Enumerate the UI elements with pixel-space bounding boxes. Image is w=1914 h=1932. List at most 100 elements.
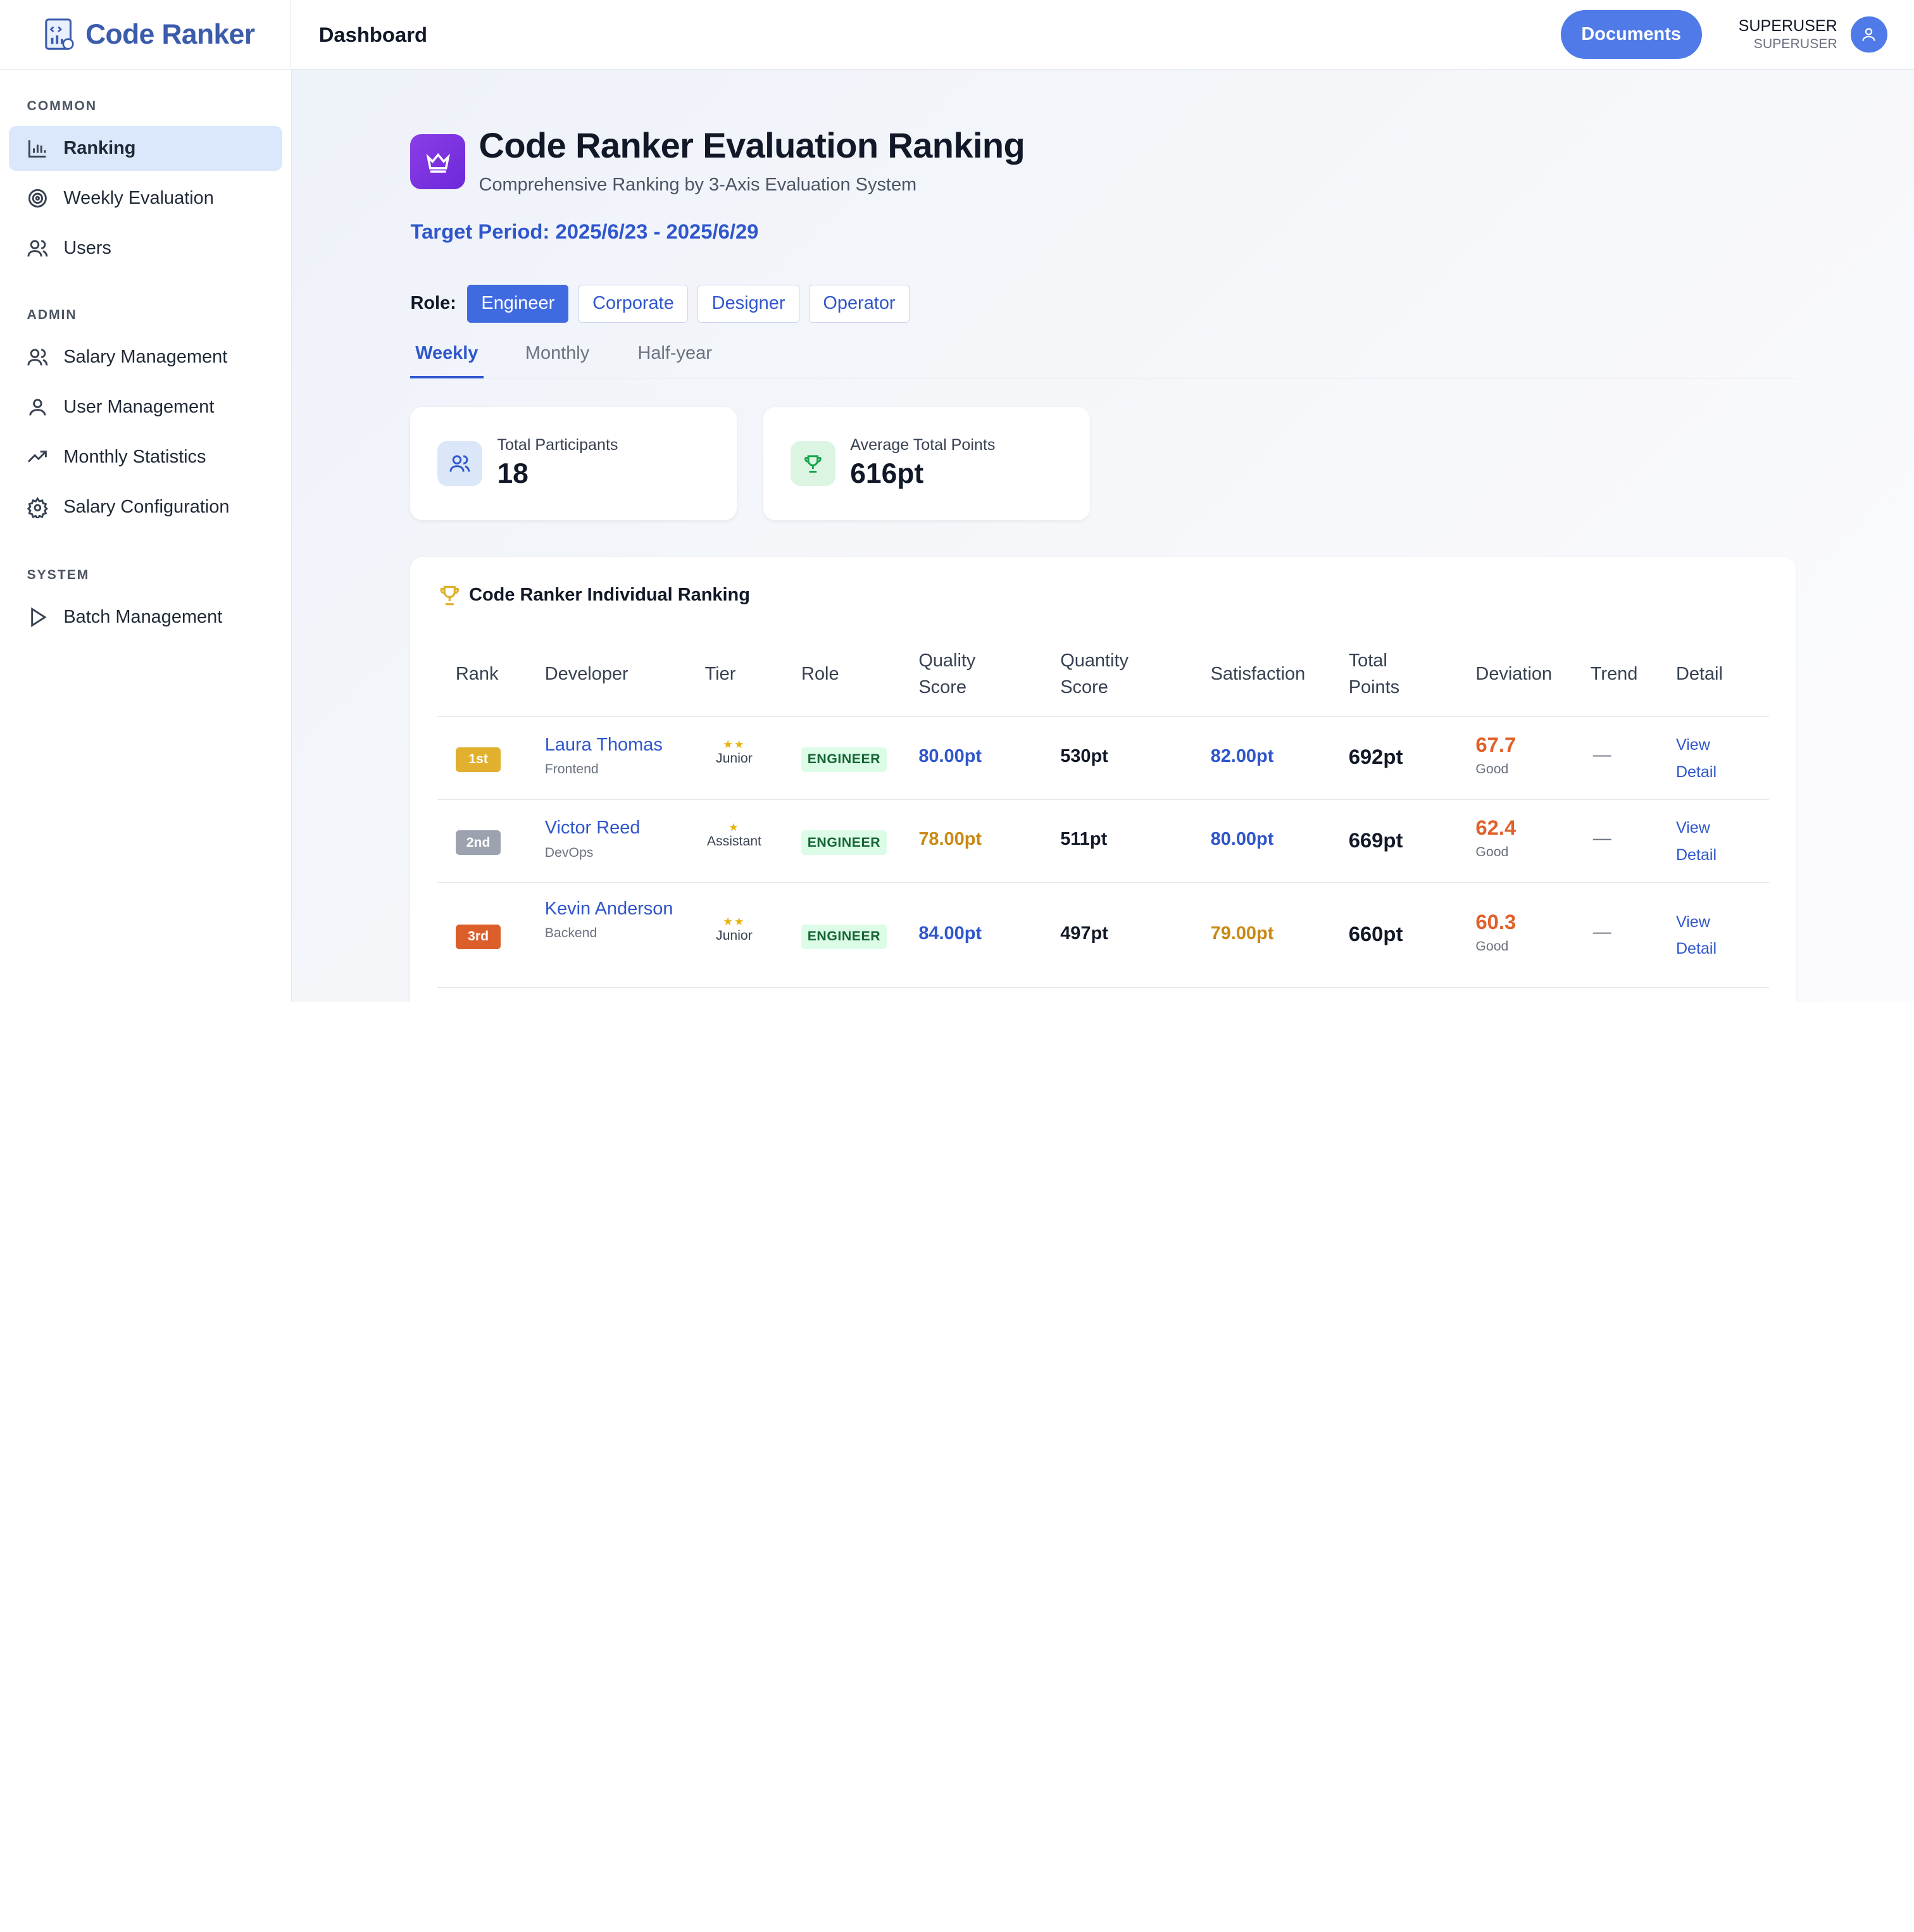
table-header: Rank Developer Tier Role Quality Score Q… bbox=[437, 647, 1769, 717]
view-detail-link[interactable]: View Detail bbox=[1676, 814, 1731, 868]
rank-badge-silver: 2nd bbox=[455, 830, 501, 855]
tier-label: Junior bbox=[716, 751, 753, 766]
nav-section-common: COMMON bbox=[27, 99, 97, 114]
sidebar-item-label: Monthly Statistics bbox=[63, 447, 206, 468]
quantity-score: 511pt bbox=[1060, 829, 1108, 850]
sidebar-item-label: Salary Configuration bbox=[63, 497, 230, 518]
role-button-designer[interactable]: Designer bbox=[697, 284, 799, 323]
developer-cell: Laura Thomas Frontend bbox=[545, 732, 663, 777]
column-header-role: Role bbox=[801, 664, 839, 685]
sidebar-item-user-management[interactable]: User Management bbox=[9, 385, 282, 430]
view-detail-link[interactable]: View Detail bbox=[1676, 732, 1731, 785]
tier-stars: ★ bbox=[729, 820, 740, 833]
tier-stars: ★★ bbox=[723, 737, 746, 751]
active-tab-underline bbox=[410, 376, 484, 379]
trend-indicator: — bbox=[1592, 828, 1611, 849]
table-row[interactable]: 1st Laura Thomas Frontend ★★ Junior ENGI… bbox=[437, 717, 1769, 801]
nav-section-system: SYSTEM bbox=[27, 568, 90, 583]
view-detail-link[interactable]: View Detail bbox=[1676, 909, 1731, 963]
users-icon bbox=[27, 349, 48, 366]
gear-icon bbox=[27, 496, 49, 519]
deviation-value: 62.4 bbox=[1475, 816, 1517, 840]
quality-score: 80.00pt bbox=[918, 746, 982, 767]
developer-team: DevOps bbox=[544, 845, 594, 860]
table-row[interactable]: 2nd Victor Reed DevOps ★ Assistant ENGIN… bbox=[437, 800, 1769, 883]
deviation-cell: 60.3 Good bbox=[1475, 910, 1516, 954]
main-content: Code Ranker Evaluation Ranking Comprehen… bbox=[292, 70, 1914, 1002]
developer-name-link[interactable]: Kevin Anderson bbox=[545, 895, 679, 922]
deviation-value: 67.7 bbox=[1475, 732, 1517, 756]
tier-cell: ★★ Junior bbox=[704, 915, 765, 944]
stat-icon-box bbox=[437, 440, 483, 487]
top-bar: Code Ranker Dashboard Documents SUPERUSE… bbox=[0, 0, 1914, 70]
role-filter: Role: Engineer Corporate Designer Operat… bbox=[410, 284, 910, 323]
developer-name-link[interactable]: Victor Reed bbox=[545, 814, 641, 841]
tab-half-year[interactable]: Half-year bbox=[637, 343, 711, 364]
sidebar-item-label: Weekly Evaluation bbox=[63, 188, 214, 209]
stat-card-participants: Total Participants 18 bbox=[410, 406, 737, 521]
users-icon bbox=[449, 455, 470, 472]
tier-stars: ★★ bbox=[723, 914, 746, 928]
code-ranker-logo-icon bbox=[45, 18, 75, 51]
bar-chart-icon bbox=[28, 140, 46, 158]
tier-cell: ★★ Junior bbox=[704, 738, 765, 766]
sidebar-item-salary-management[interactable]: Salary Management bbox=[9, 335, 282, 380]
tier-label: Assistant bbox=[706, 833, 761, 849]
role-pill: ENGINEER bbox=[801, 747, 887, 772]
app-root: Code Ranker Dashboard Documents SUPERUSE… bbox=[0, 0, 1914, 1002]
column-header-quantity: Quantity Score bbox=[1060, 650, 1129, 698]
user-name: SUPERUSER bbox=[1738, 16, 1837, 35]
column-header-rank: Rank bbox=[455, 664, 499, 685]
avatar[interactable] bbox=[1850, 16, 1887, 53]
sidebar-item-users[interactable]: Users bbox=[9, 226, 282, 271]
developer-team: Backend bbox=[544, 925, 597, 940]
column-header-detail: Detail bbox=[1675, 664, 1723, 685]
users-icon bbox=[27, 240, 48, 257]
sidebar-item-weekly-evaluation[interactable]: Weekly Evaluation bbox=[9, 176, 282, 221]
page-title: Dashboard bbox=[318, 22, 428, 46]
deviation-label: Good bbox=[1475, 761, 1509, 776]
sidebar-item-batch-management[interactable]: Batch Management bbox=[9, 595, 282, 640]
sidebar-item-label: Ranking bbox=[63, 137, 136, 158]
sidebar-item-monthly-statistics[interactable]: Monthly Statistics bbox=[9, 435, 282, 480]
total-points: 660pt bbox=[1348, 922, 1403, 946]
total-points: 692pt bbox=[1348, 745, 1403, 769]
role-button-corporate[interactable]: Corporate bbox=[578, 284, 689, 323]
developer-name-link[interactable]: Laura Thomas bbox=[545, 732, 663, 758]
crown-badge bbox=[410, 134, 466, 190]
role-pill: ENGINEER bbox=[801, 830, 887, 855]
table-row[interactable]: 3rd Kevin Anderson Backend ★★ Junior ENG… bbox=[437, 883, 1769, 988]
deviation-value: 60.3 bbox=[1475, 909, 1517, 933]
trending-up-icon bbox=[28, 451, 47, 463]
tab-weekly[interactable]: Weekly bbox=[415, 343, 478, 364]
nav-section-admin: ADMIN bbox=[27, 308, 77, 323]
sidebar-item-ranking[interactable]: Ranking bbox=[8, 125, 282, 171]
deviation-cell: 67.7 Good bbox=[1475, 733, 1516, 777]
quality-score: 78.00pt bbox=[918, 829, 982, 850]
user-icon bbox=[1862, 28, 1876, 41]
role-button-operator[interactable]: Operator bbox=[809, 284, 910, 323]
page-heading: Code Ranker Evaluation Ranking bbox=[478, 125, 1025, 165]
trophy-icon bbox=[440, 585, 459, 605]
brand[interactable]: Code Ranker bbox=[0, 0, 291, 70]
tab-monthly[interactable]: Monthly bbox=[525, 343, 589, 364]
sidebar-item-label: Users bbox=[63, 238, 111, 259]
total-points: 669pt bbox=[1348, 828, 1403, 852]
topbar-right: Documents SUPERUSER SUPERUSER bbox=[1560, 9, 1887, 59]
sidebar-item-salary-configuration[interactable]: Salary Configuration bbox=[9, 485, 282, 530]
role-button-engineer[interactable]: Engineer bbox=[467, 284, 569, 323]
column-header-deviation: Deviation bbox=[1475, 664, 1553, 685]
deviation-label: Good bbox=[1475, 938, 1509, 954]
user-role: SUPERUSER bbox=[1753, 37, 1837, 52]
column-header-developer: Developer bbox=[544, 664, 629, 685]
documents-button[interactable]: Documents bbox=[1560, 9, 1702, 59]
satisfaction-score: 79.00pt bbox=[1210, 923, 1274, 944]
play-icon bbox=[31, 607, 47, 628]
developer-cell: Kevin Anderson Backend bbox=[545, 895, 679, 941]
ranking-card: Code Ranker Individual Ranking Rank Deve… bbox=[410, 557, 1796, 1002]
period-tabs: Weekly Monthly Half-year bbox=[410, 339, 1796, 379]
user-info[interactable]: SUPERUSER SUPERUSER bbox=[1739, 16, 1837, 53]
satisfaction-score: 82.00pt bbox=[1210, 746, 1274, 767]
page-subtitle: Comprehensive Ranking by 3-Axis Evaluati… bbox=[478, 174, 917, 195]
trend-indicator: — bbox=[1592, 922, 1611, 943]
